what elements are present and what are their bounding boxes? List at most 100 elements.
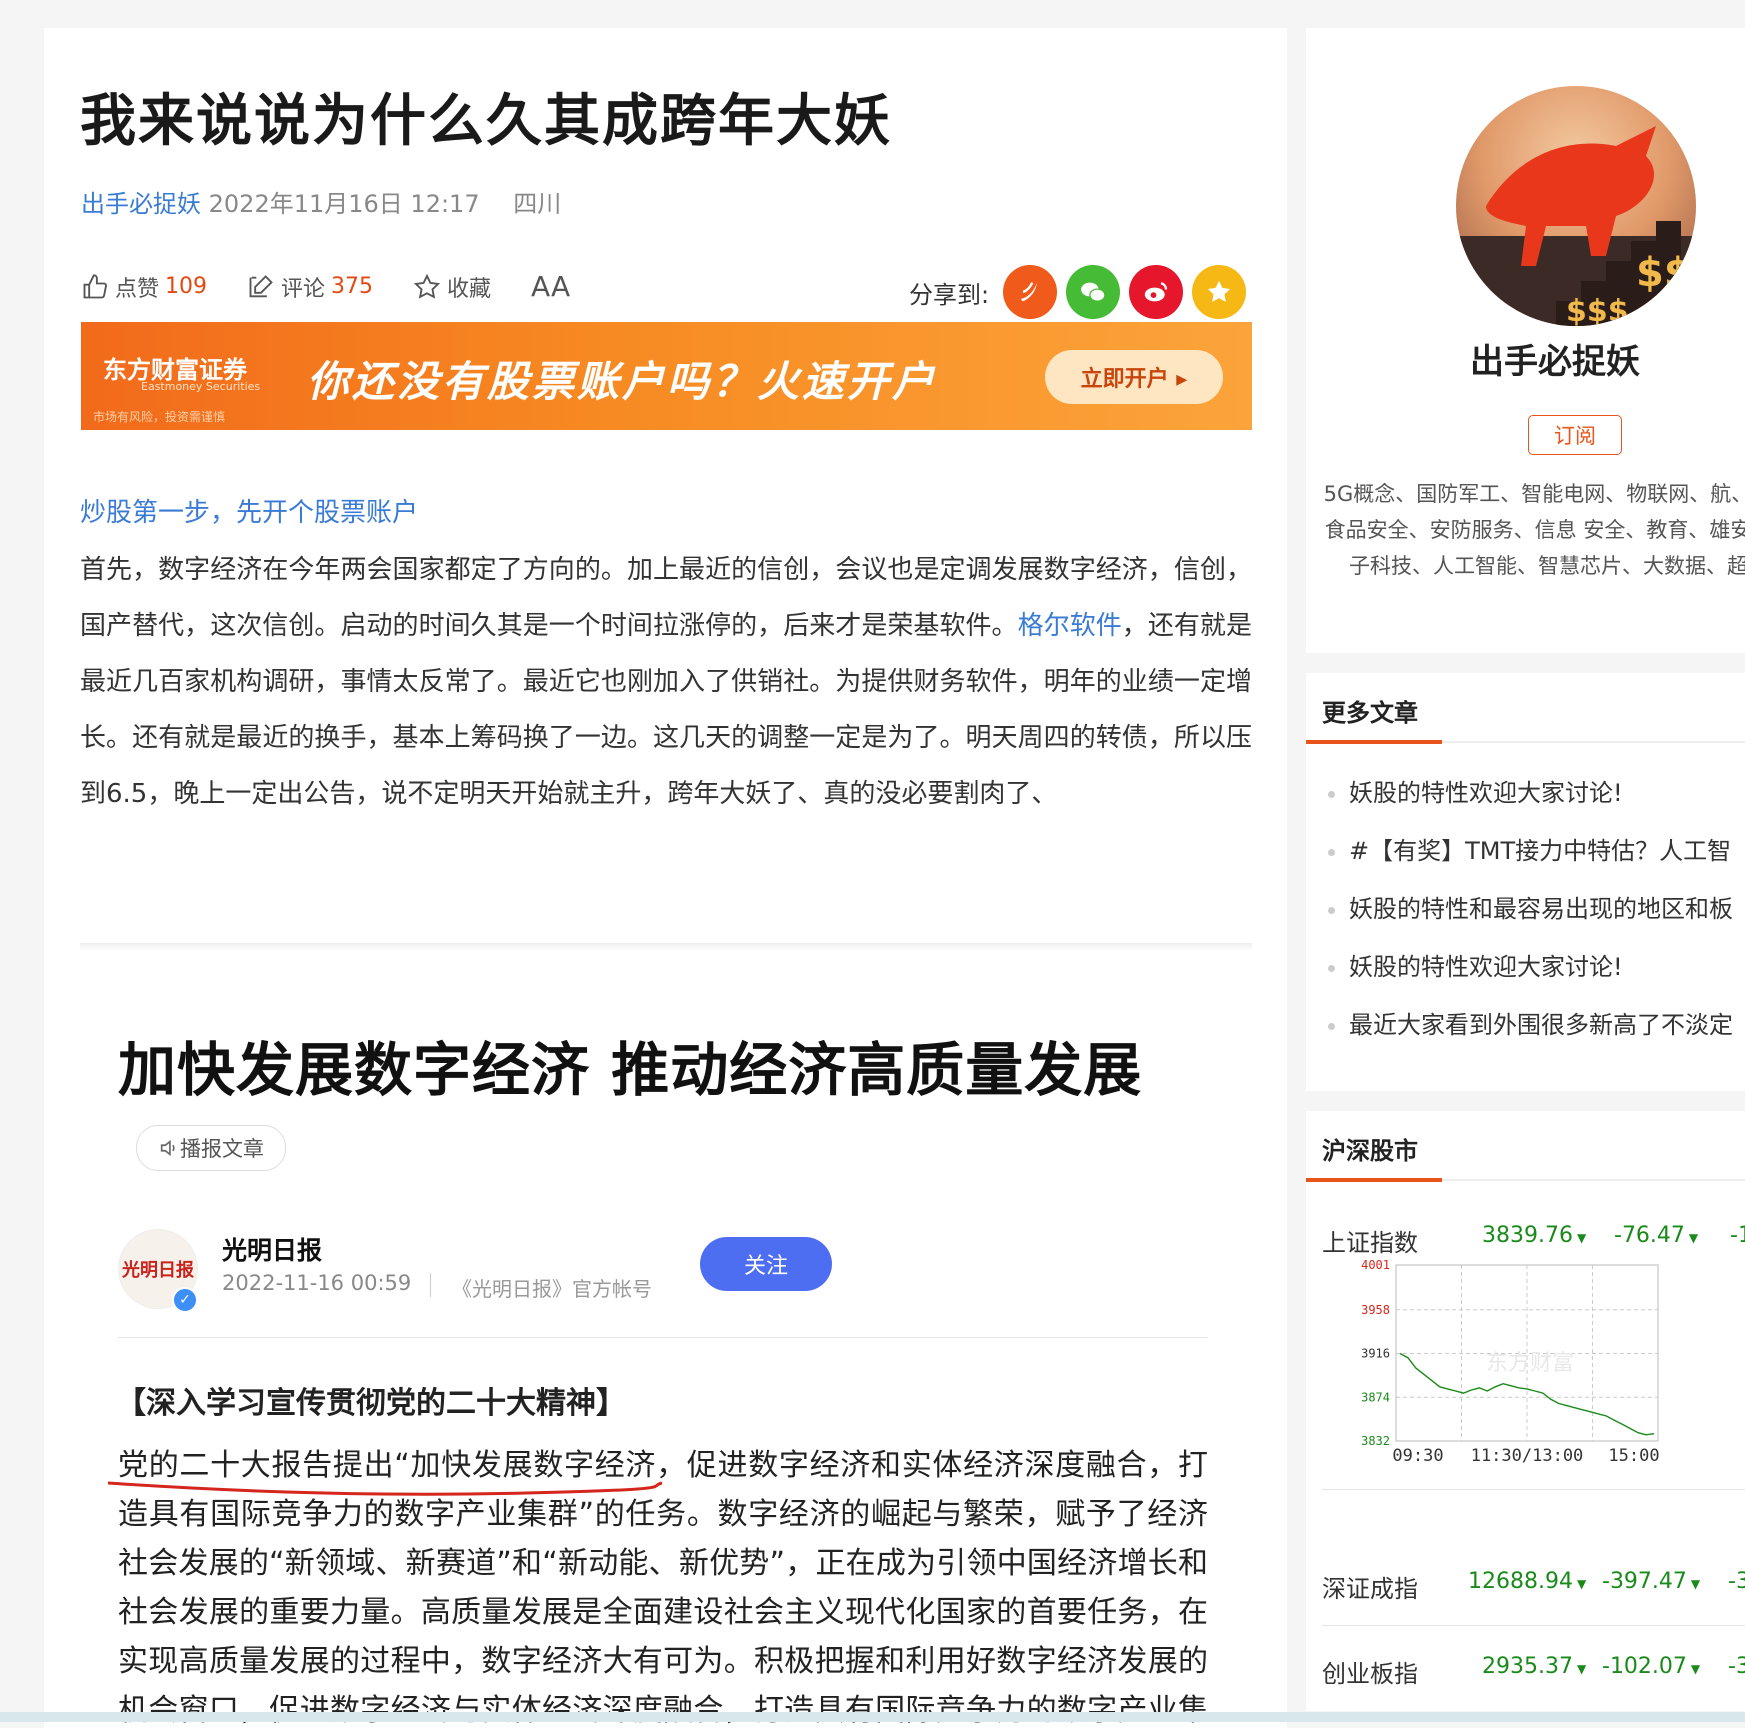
verified-icon: ✓ [172,1287,198,1313]
star-icon [413,273,441,299]
source-description: 《光明日报》官方帐号 [452,1277,652,1301]
svg-text:$$$: $$$ [1566,294,1629,326]
more-article-text: #【有奖】TMT接力中特估？人工智 [1349,837,1732,865]
font-size-button[interactable]: AA [531,270,570,303]
weibo-icon[interactable] [1129,265,1184,319]
author-avatar[interactable]: $$$ $$ [1456,86,1696,326]
comment-button[interactable]: 评论 375 [247,271,373,303]
qzone-icon[interactable] [1192,265,1247,319]
bullet-icon [1328,964,1335,972]
like-label: 点赞 [115,276,160,302]
edit-icon [249,274,273,297]
wechat-icon[interactable] [1066,265,1121,319]
section-divider [80,943,1252,951]
x-tick-label: 15:00 [1608,1446,1659,1466]
more-article-item[interactable]: 妖股的特性和最容易出现的地区和板 [1328,889,1733,924]
index-price-shenzhen: 12688.94 ▼ [1468,1569,1586,1594]
author-tags: 5G概念、国防军工、智能电网、物联网、航、云计算、食品安全、安防服务、信息 安全… [1323,482,1745,578]
svg-text:$$: $$ [1636,250,1692,296]
card-title-divider [1306,740,1745,744]
article-meta: 出手必捉妖 2022年11月16日 12:17 四川 [81,184,569,219]
comment-count: 375 [331,274,374,299]
embedded-divider [118,1337,1208,1338]
embedded-screenshot: 加快发展数字经济 推动经济高质量发展 播报文章 光明日报 ✓ 光明日报 2022… [80,953,1252,1728]
chart-y-ticks: 4001 3958 3916 3874 3832 [1361,1258,1390,1448]
bullet-icon [1328,848,1335,856]
price-value: 3839.76 [1482,1223,1573,1248]
y-tick-label: 3874 [1361,1390,1390,1404]
title-accent-bar [1306,1178,1442,1182]
index-name-shenzhen[interactable]: 深证成指 [1322,1569,1418,1604]
index-change-shenzhen: -397.47 ▼ [1602,1569,1700,1594]
favorite-button[interactable]: 收藏 [413,271,491,303]
down-arrow-icon: ▼ [1690,1662,1701,1676]
price-value: 12688.94 [1468,1569,1573,1594]
more-article-text: 妖股的特性欢迎大家讨论! [1349,779,1623,807]
index-name-shanghai[interactable]: 上证指数 [1322,1223,1418,1258]
index-name-chinext[interactable]: 创业板指 [1322,1654,1418,1689]
bottom-scrollbar[interactable] [0,1712,1745,1722]
more-article-text: 妖股的特性和最容易出现的地区和板 [1349,895,1733,923]
y-tick-label: 3958 [1361,1303,1390,1317]
index-change-chinext: -102.07 ▼ [1602,1654,1700,1679]
more-article-item[interactable]: #【有奖】TMT接力中特估？人工智 [1328,831,1731,866]
stock-market-title: 沪深股市 [1322,1137,1418,1165]
change-value: -76.47 [1614,1223,1685,1248]
meta-separator [430,1273,431,1297]
down-arrow-icon: ▼ [1576,1577,1587,1591]
index-pct-shanghai: -1 [1730,1223,1745,1248]
article-title: 我来说说为什么久其成跨年大妖 [80,89,892,154]
more-article-text: 最近大家看到外围很多新高了不淡定 [1349,1011,1733,1039]
more-articles-card: 更多文章 妖股的特性欢迎大家讨论! #【有奖】TMT接力中特估？人工智 妖股的特… [1306,673,1745,1091]
subscribe-button[interactable]: 订阅 [1528,415,1622,455]
stock-keyword-link[interactable]: 格尔软件 [1018,611,1122,641]
source-date: 2022-11-16 00:59 [222,1271,412,1295]
intraday-chart[interactable]: 4001 3958 3916 3874 3832 09:30 11:30/13:00 15:… [1306,1255,1745,1485]
chart-watermark: 东方财富 [1486,1351,1574,1376]
author-name: 出手必捉妖 [1470,342,1640,382]
chart-x-ticks: 09:30 11:30/13:00 15:00 [1392,1446,1659,1466]
red-underline-annotation [107,1481,663,1496]
embedded-headline: 加快发展数字经济 推动经济高质量发展 [118,1036,1143,1104]
change-value: -102.07 [1602,1654,1687,1679]
y-tick-label: 3832 [1361,1434,1390,1448]
font-size-label: AA [531,270,571,303]
index-price-shanghai: 3839.76 ▼ [1482,1223,1586,1248]
section-heading: 【深入学习宣传贯彻党的二十大精神】 [116,1386,626,1421]
open-account-link[interactable]: 炒股第一步，先开个股票账户 [80,492,418,529]
index-pct-shenzhen: -3 [1728,1569,1745,1594]
more-article-item[interactable]: 最近大家看到外围很多新高了不淡定 [1328,1005,1733,1040]
banner-slogan: 你还没有股票账户吗？火速开户 [307,357,938,406]
down-arrow-icon: ▼ [1576,1231,1587,1245]
play-article-button[interactable]: 播报文章 [136,1125,286,1171]
x-tick-label: 11:30/13:00 [1471,1446,1584,1466]
source-name: 光明日报 [222,1236,323,1265]
more-article-item[interactable]: 妖股的特性欢迎大家讨论! [1328,773,1623,808]
x-tick-label: 09:30 [1392,1446,1443,1466]
open-account-button[interactable]: 立即开户 ▸ [1045,350,1223,404]
article-panel: 我来说说为什么久其成跨年大妖 出手必捉妖 2022年11月16日 12:17 四… [44,28,1287,1728]
open-account-banner[interactable]: 东方财富证券 Eastmoney Securities 市场有风险，投资需谨慎 … [81,322,1252,430]
price-value: 2935.37 [1482,1654,1573,1679]
author-profile-card: $$$ $$ 出手必捉妖 订阅 5G概念、国防军工、智能电网、物联网、航、云计算… [1306,28,1745,653]
eastmoney-icon[interactable] [1003,265,1058,319]
like-button[interactable]: 点赞 109 [81,271,207,303]
author-link[interactable]: 出手必捉妖 [81,190,201,218]
risk-warning: 市场有风险，投资需谨慎 [93,410,226,424]
follow-button[interactable]: 关注 [700,1237,832,1291]
publish-datetime: 2022年11月16日 12:17 [208,190,480,218]
change-value: -397.47 [1602,1569,1687,1594]
thumbs-up-icon [83,273,107,298]
bullet-icon [1328,790,1335,798]
share-bar: 分享到: [909,265,1255,319]
stock-market-card: 沪深股市 上证指数 3839.76 ▼ -76.47 ▼ -1 4001 3958 39… [1306,1111,1745,1711]
y-tick-label: 4001 [1361,1258,1390,1272]
index-price-chinext: 2935.37 ▼ [1482,1654,1586,1679]
y-tick-label: 3916 [1361,1347,1390,1361]
more-article-item[interactable]: 妖股的特性欢迎大家讨论! [1328,947,1623,982]
down-arrow-icon: ▼ [1688,1231,1699,1245]
comment-label: 评论 [281,276,326,302]
article-body: 首先，数字经济在今年两会国家都定了方向的。加上最近的信创，会议也是定调发展数字经… [80,542,1252,822]
down-arrow-icon: ▼ [1576,1662,1587,1676]
index-pct-chinext: -3 [1728,1654,1745,1679]
